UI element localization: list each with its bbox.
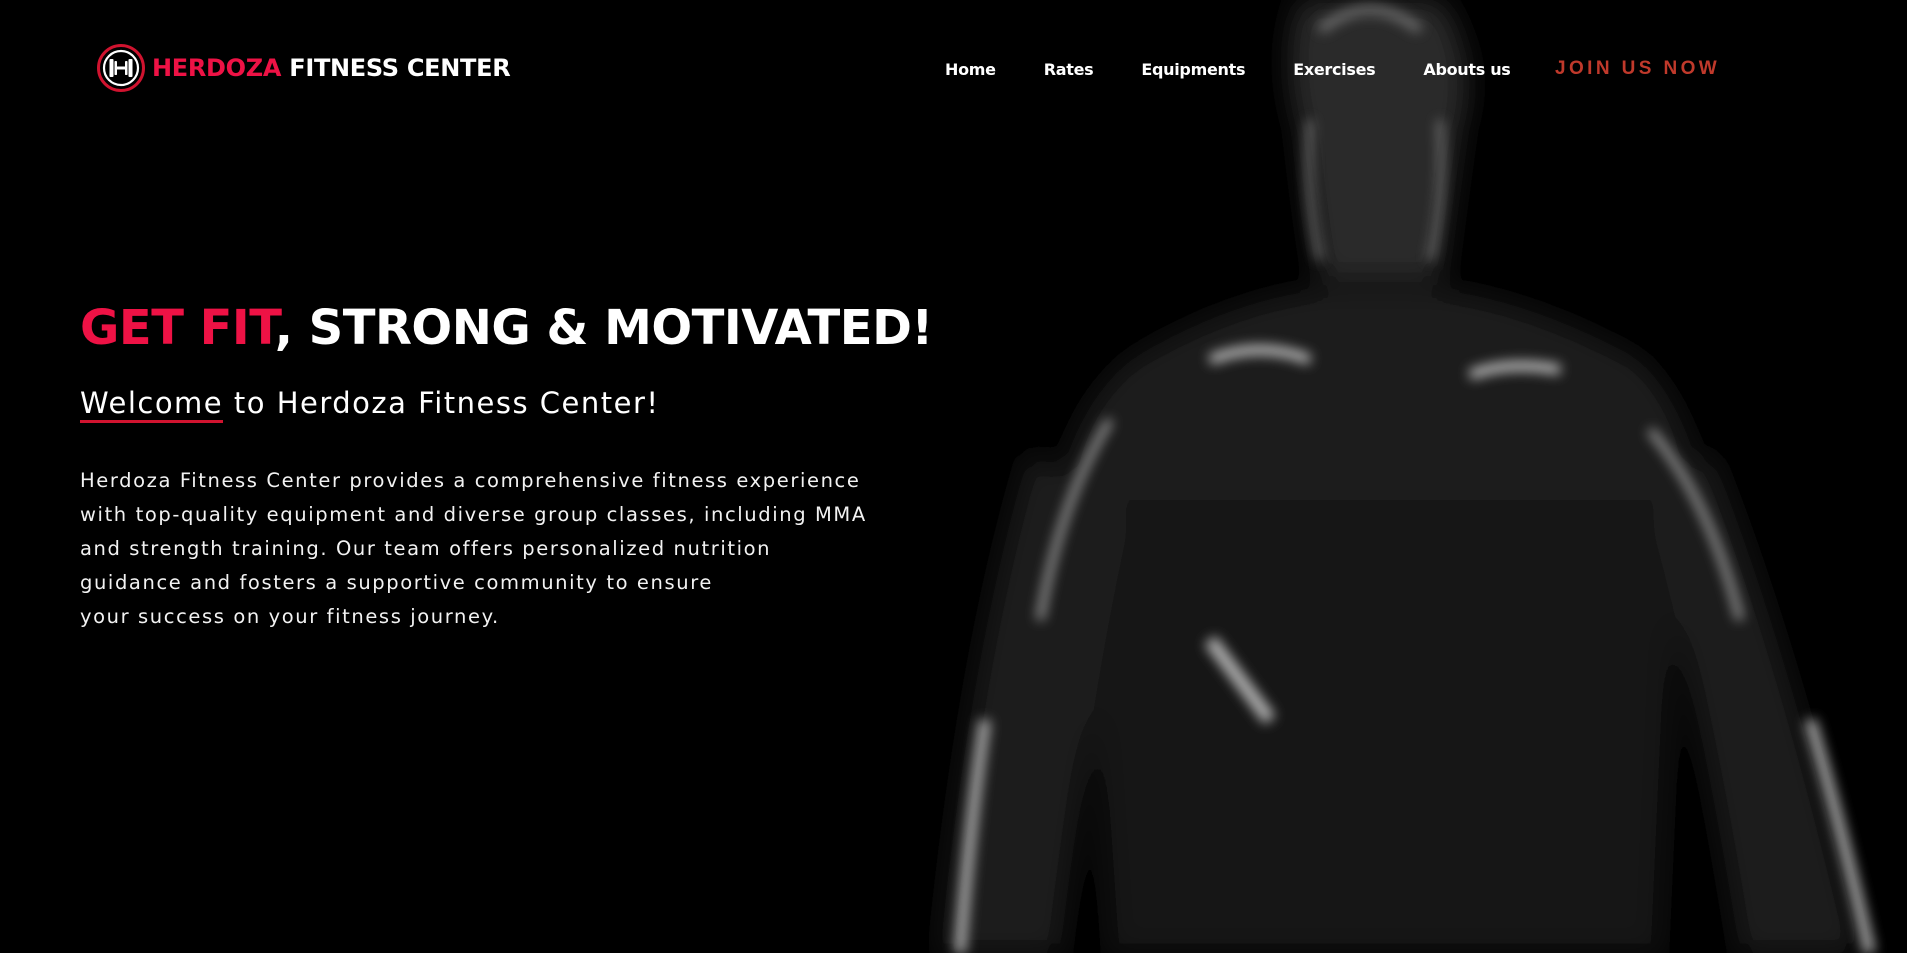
hero-title: GET FIT, STRONG & MOTIVATED! bbox=[80, 300, 933, 356]
brand-name-rest: FITNESS CENTER bbox=[281, 54, 511, 82]
hero-subtitle: Welcome to Herdoza Fitness Center! bbox=[80, 386, 660, 424]
hero-description-line: Herdoza Fitness Center provides a compre… bbox=[80, 469, 861, 492]
main-nav: Home Rates Equipments Exercises Abouts u… bbox=[945, 60, 1511, 79]
hero-subtitle-underlined: Welcome bbox=[80, 386, 224, 424]
join-us-now-button[interactable]: JOIN US NOW bbox=[1555, 58, 1720, 80]
hero-description-line: and strength training. Our team offers p… bbox=[80, 537, 772, 560]
nav-item-equipments[interactable]: Equipments bbox=[1141, 60, 1245, 79]
nav-item-home[interactable]: Home bbox=[945, 60, 996, 79]
dumbbell-h-logo-icon bbox=[97, 44, 145, 92]
hero-description-line: with top-quality equipment and diverse g… bbox=[80, 503, 867, 526]
brand-name-accent: HERDOZA bbox=[152, 54, 282, 82]
hero-title-rest: , STRONG & MOTIVATED! bbox=[274, 300, 934, 356]
hero-description-line: your success on your fitness journey. bbox=[80, 605, 500, 628]
nav-item-rates[interactable]: Rates bbox=[1044, 60, 1094, 79]
hero-subtitle-rest: to Herdoza Fitness Center! bbox=[223, 386, 660, 420]
hero-description: Herdoza Fitness Center provides a compre… bbox=[80, 464, 960, 634]
hero-description-line: guidance and fosters a supportive commun… bbox=[80, 571, 713, 594]
hero-title-accent: GET FIT bbox=[80, 300, 275, 356]
nav-item-about-us[interactable]: Abouts us bbox=[1423, 60, 1510, 79]
nav-item-exercises[interactable]: Exercises bbox=[1293, 60, 1375, 79]
brand-name: HERDOZA FITNESS CENTER bbox=[152, 54, 511, 82]
hero-background-image bbox=[880, 0, 1907, 953]
site-logo[interactable]: HERDOZA FITNESS CENTER bbox=[96, 42, 511, 94]
